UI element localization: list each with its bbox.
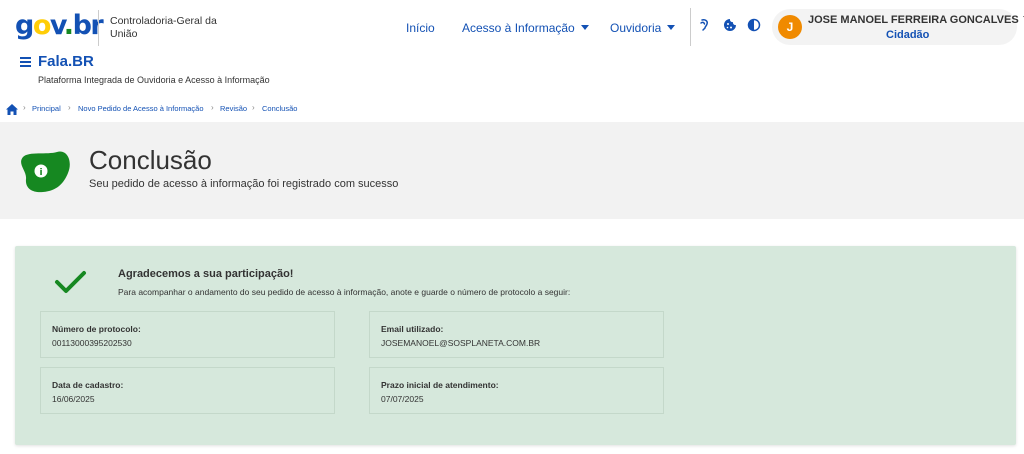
confirmation-panel: Agradecemos a sua participação! Para aco… [15, 246, 1016, 445]
header-divider [98, 10, 99, 46]
chevron-right-icon: › [23, 103, 26, 112]
logo-letter: g [15, 10, 34, 41]
field-value: 07/07/2025 [381, 394, 424, 404]
nav-inicio[interactable]: Início [406, 20, 435, 36]
breadcrumb-item[interactable]: Principal [32, 104, 61, 113]
avatar: J [778, 15, 802, 39]
breadcrumb-item[interactable]: Revisão [220, 104, 247, 113]
site-header: gov.br Controladoria-Geral da União Iníc… [0, 0, 1024, 97]
page-hero: i Conclusão Seu pedido de acesso à infor… [0, 122, 1024, 219]
email-card: Email utilizado: JOSEMANOEL@SOSPLANETA.C… [369, 311, 664, 358]
field-label: Email utilizado: [381, 324, 444, 334]
protocol-number-card: Número de protocolo: 00113000395202530 [40, 311, 335, 358]
user-name-text: JOSE MANOEL FERREIRA GONCALVES [808, 14, 1019, 26]
field-value: 16/06/2025 [52, 394, 95, 404]
sign-language-icon[interactable] [698, 18, 712, 32]
user-role: Cidadão [886, 29, 930, 41]
info-blob-icon: i [17, 149, 71, 194]
caret-down-icon [580, 25, 589, 30]
logo-letter: . [63, 10, 74, 41]
checkmark-icon [53, 270, 89, 296]
app-subtitle: Plataforma Integrada de Ouvidoria e Aces… [38, 75, 270, 85]
app-title[interactable]: Fala.BR [38, 53, 94, 70]
nav-label: Início [406, 21, 435, 35]
govbr-logo[interactable]: gov.br [15, 10, 104, 42]
registration-date-card: Data de cadastro: 16/06/2025 [40, 367, 335, 414]
chevron-right-icon: › [211, 103, 214, 112]
page-subtitle: Seu pedido de acesso à informação foi re… [89, 178, 399, 190]
field-value: 00113000395202530 [52, 338, 132, 348]
nav-acesso-informacao[interactable]: Acesso à Informação [462, 20, 589, 36]
confirmation-title: Agradecemos a sua participação! [118, 268, 294, 280]
contrast-icon[interactable] [747, 18, 761, 32]
field-label: Número de protocolo: [52, 324, 141, 334]
user-menu[interactable]: J JOSE MANOEL FERREIRA GONCALVES Cidadão [772, 9, 1024, 45]
chevron-right-icon: › [68, 103, 71, 112]
organization-name: Controladoria-Geral da União [110, 15, 217, 40]
deadline-card: Prazo inicial de atendimento: 07/07/2025 [369, 367, 664, 414]
nav-label: Ouvidoria [610, 21, 662, 35]
header-divider [690, 8, 691, 46]
logo-letter: o [32, 10, 52, 41]
info-glyph: i [39, 168, 42, 178]
user-name: JOSE MANOEL FERREIRA GONCALVES [808, 14, 1024, 26]
nav-ouvidoria[interactable]: Ouvidoria [610, 20, 676, 36]
cookie-icon[interactable] [723, 18, 737, 32]
logo-letter: v [49, 10, 65, 41]
home-icon[interactable] [6, 102, 18, 115]
page-title: Conclusão [89, 145, 212, 175]
caret-down-icon [667, 25, 676, 30]
breadcrumb-item[interactable]: Novo Pedido de Acesso à Informação [78, 104, 204, 113]
field-label: Prazo inicial de atendimento: [381, 380, 499, 390]
field-label: Data de cadastro: [52, 380, 124, 390]
field-value: JOSEMANOEL@SOSPLANETA.COM.BR [381, 338, 541, 348]
nav-label: Acesso à Informação [462, 21, 575, 35]
breadcrumb: › Principal › Novo Pedido de Acesso à In… [0, 97, 1024, 121]
confirmation-text: Para acompanhar o andamento do seu pedid… [118, 287, 571, 297]
hamburger-menu-icon[interactable] [20, 57, 31, 67]
chevron-right-icon: › [252, 103, 255, 112]
breadcrumb-item-current: Conclusão [262, 104, 298, 113]
